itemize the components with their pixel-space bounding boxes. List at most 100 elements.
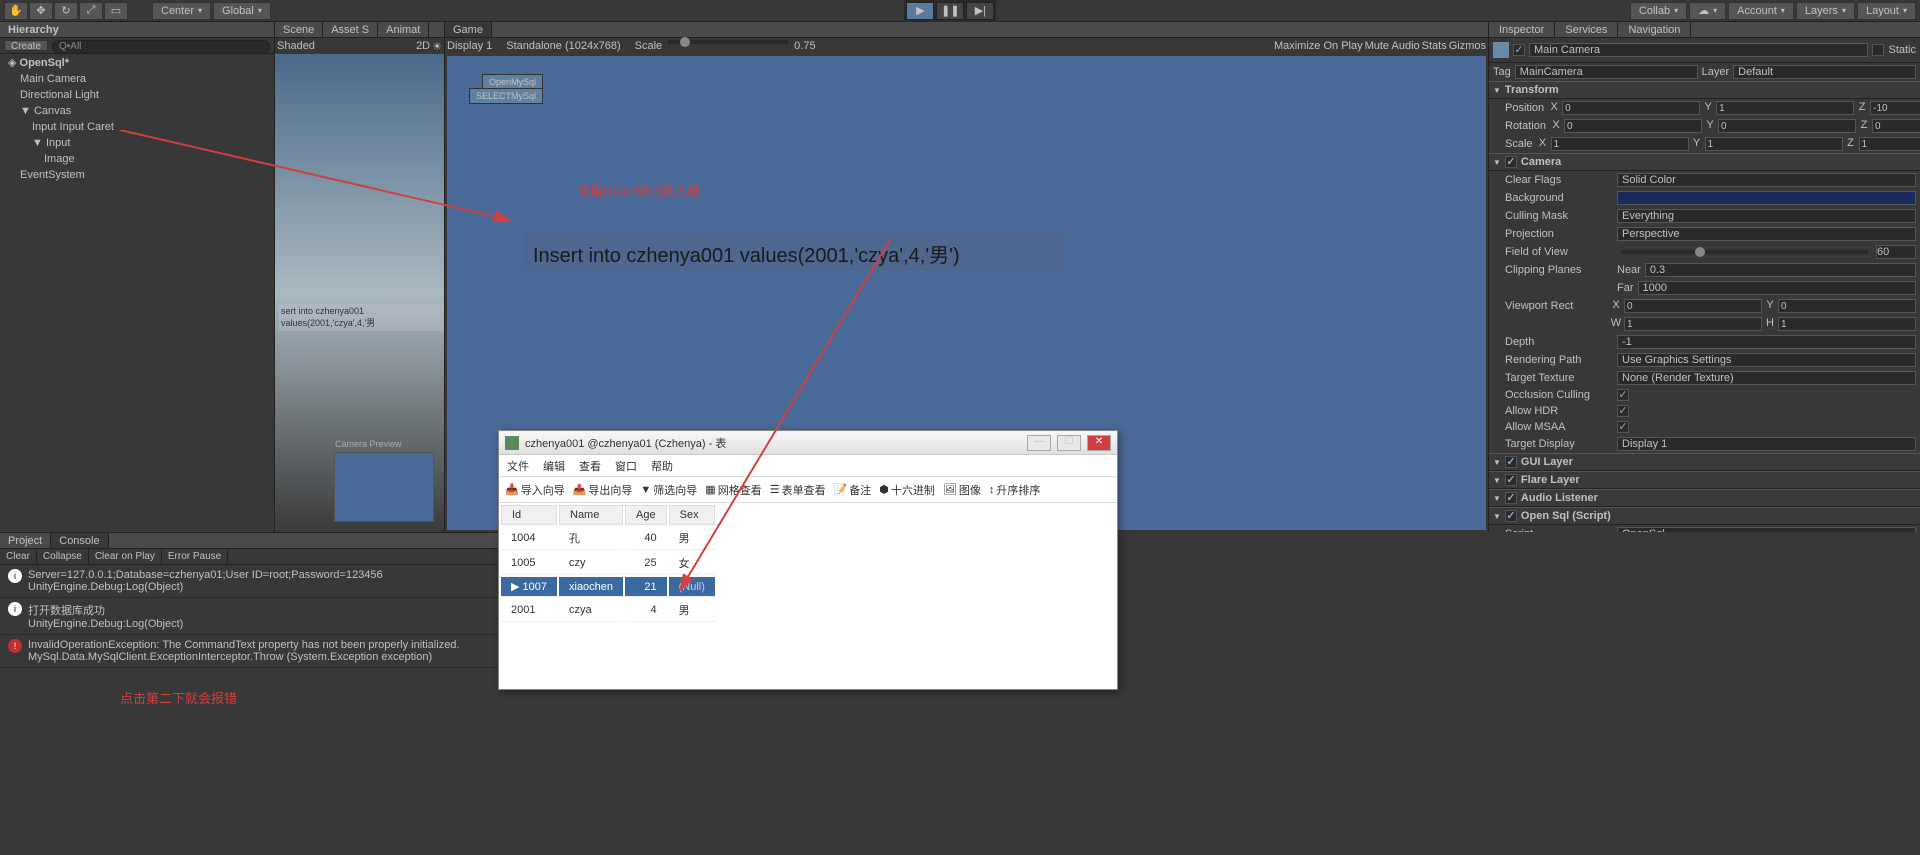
stats-toggle[interactable]: Stats <box>1422 40 1447 52</box>
open-sql-header[interactable]: ✓Open Sql (Script) <box>1489 507 1920 525</box>
console-message[interactable]: !InvalidOperationException: The CommandT… <box>0 635 498 668</box>
table-row[interactable]: 1004孔40男 <box>501 527 715 550</box>
light-toggle[interactable]: ☀ <box>432 40 442 52</box>
select-mysql-button[interactable]: SELECTMySql <box>469 88 543 104</box>
vp-w[interactable] <box>1624 317 1762 331</box>
project-tab[interactable]: Project <box>0 533 51 548</box>
display-dropdown[interactable]: Display 1 <box>447 40 492 52</box>
memo-button[interactable]: 📝备注 <box>834 482 872 498</box>
2d-toggle[interactable]: 2D <box>416 40 430 52</box>
table-row[interactable]: 2001czya4男 <box>501 599 715 622</box>
table-row[interactable]: 1005czy25女 <box>501 552 715 575</box>
hierarchy-item[interactable]: Input Input Caret <box>0 119 274 135</box>
maximize-toggle[interactable]: Maximize On Play <box>1274 40 1363 52</box>
audio-listener-header[interactable]: ✓Audio Listener <box>1489 489 1920 507</box>
target-display-dropdown[interactable] <box>1617 437 1916 451</box>
vp-y[interactable] <box>1778 299 1916 313</box>
pos-z[interactable] <box>1870 101 1920 115</box>
hierarchy-item[interactable]: Directional Light <box>0 87 274 103</box>
vp-h[interactable] <box>1778 317 1916 331</box>
mute-toggle[interactable]: Mute Audio <box>1365 40 1420 52</box>
console-tab[interactable]: Console <box>51 533 108 548</box>
scale-tool[interactable]: ⤢ <box>79 2 103 20</box>
fov-slider[interactable] <box>1621 250 1868 254</box>
scene-view[interactable]: sert into czhenya001 values(2001,'czya',… <box>275 54 444 532</box>
help-menu[interactable]: 帮助 <box>651 458 673 474</box>
form-view[interactable]: ☰表单查看 <box>770 482 826 498</box>
culling-mask-dropdown[interactable] <box>1617 209 1916 223</box>
inspector-tab[interactable]: Inspector <box>1489 22 1555 37</box>
edit-menu[interactable]: 编辑 <box>543 458 565 474</box>
fov-value[interactable] <box>1876 245 1916 259</box>
scale-slider[interactable] <box>668 40 788 44</box>
pos-y[interactable] <box>1716 101 1854 115</box>
rendering-path-dropdown[interactable] <box>1617 353 1916 367</box>
script-field[interactable] <box>1617 527 1916 532</box>
hand-tool[interactable]: ✋ <box>4 2 28 20</box>
tag-dropdown[interactable] <box>1515 65 1698 79</box>
layers-dropdown[interactable]: Layers <box>1796 2 1855 20</box>
export-wizard[interactable]: 📤导出向导 <box>573 482 633 498</box>
rot-x[interactable] <box>1564 119 1702 133</box>
import-wizard[interactable]: 📥导入向导 <box>505 482 565 498</box>
scene-tab[interactable]: Scene <box>275 22 323 37</box>
hierarchy-search[interactable]: Q•All <box>52 40 270 54</box>
collapse-toggle[interactable]: Collapse <box>37 549 89 564</box>
near-field[interactable] <box>1645 263 1916 277</box>
hierarchy-item[interactable]: Main Camera <box>0 71 274 87</box>
account-dropdown[interactable]: Account <box>1728 2 1794 20</box>
services-tab[interactable]: Services <box>1555 22 1618 37</box>
col-id[interactable]: Id <box>501 505 557 525</box>
navigation-tab[interactable]: Navigation <box>1618 22 1691 37</box>
hierarchy-item[interactable]: EventSystem <box>0 167 274 183</box>
file-menu[interactable]: 文件 <box>507 458 529 474</box>
console-message[interactable]: iServer=127.0.0.1;Database=czhenya01;Use… <box>0 565 498 598</box>
col-sex[interactable]: Sex <box>669 505 715 525</box>
game-tab[interactable]: Game <box>445 22 492 37</box>
scl-y[interactable] <box>1705 137 1843 151</box>
gui-layer-header[interactable]: ✓GUI Layer <box>1489 453 1920 471</box>
gizmos-dropdown[interactable]: Gizmos <box>1449 40 1486 52</box>
col-name[interactable]: Name <box>559 505 623 525</box>
rot-z[interactable] <box>1872 119 1920 133</box>
static-checkbox[interactable] <box>1872 44 1884 56</box>
move-tool[interactable]: ✥ <box>29 2 53 20</box>
minimize-button[interactable]: — <box>1027 435 1051 451</box>
scl-x[interactable] <box>1551 137 1689 151</box>
pivot-toggle[interactable]: Center <box>152 2 211 20</box>
play-button[interactable]: ▶ <box>906 2 934 20</box>
rect-tool[interactable]: ▭ <box>104 2 128 20</box>
create-dropdown[interactable]: Create <box>4 40 48 51</box>
error-pause-toggle[interactable]: Error Pause <box>162 549 228 564</box>
layout-dropdown[interactable]: Layout <box>1857 2 1916 20</box>
projection-dropdown[interactable] <box>1617 227 1916 241</box>
msaa-checkbox[interactable]: ✓ <box>1617 421 1629 433</box>
hierarchy-item[interactable]: Image <box>0 151 274 167</box>
hierarchy-item[interactable]: ▼ Canvas <box>0 103 274 119</box>
view-menu[interactable]: 查看 <box>579 458 601 474</box>
layer-dropdown[interactable] <box>1733 65 1916 79</box>
clear-on-play-toggle[interactable]: Clear on Play <box>89 549 162 564</box>
hierarchy-item[interactable]: ▼ Input <box>0 135 274 151</box>
sort-asc[interactable]: ↕升序排序 <box>989 482 1041 498</box>
hierarchy-tab[interactable]: Hierarchy <box>0 22 274 38</box>
clear-flags-dropdown[interactable] <box>1617 173 1916 187</box>
pause-button[interactable]: ❚❚ <box>936 2 964 20</box>
background-color[interactable] <box>1617 191 1916 205</box>
pos-x[interactable] <box>1562 101 1700 115</box>
transform-header[interactable]: Transform <box>1489 81 1920 99</box>
clear-button[interactable]: Clear <box>0 549 37 564</box>
table-row[interactable]: ▶ 1007xiaochen21(Null) <box>501 577 715 597</box>
rotate-tool[interactable]: ↻ <box>54 2 78 20</box>
asset-store-tab[interactable]: Asset S <box>323 22 378 37</box>
cloud-button[interactable]: ☁ <box>1689 2 1726 20</box>
scl-z[interactable] <box>1859 137 1920 151</box>
flare-layer-header[interactable]: ✓Flare Layer <box>1489 471 1920 489</box>
console-message[interactable]: i打开数据库成功UnityEngine.Debug:Log(Object) <box>0 598 498 635</box>
hdr-checkbox[interactable]: ✓ <box>1617 405 1629 417</box>
collab-dropdown[interactable]: Collab <box>1630 2 1687 20</box>
target-texture-field[interactable] <box>1617 371 1916 385</box>
camera-header[interactable]: ✓Camera <box>1489 153 1920 171</box>
window-menu[interactable]: 窗口 <box>615 458 637 474</box>
depth-field[interactable] <box>1617 335 1916 349</box>
